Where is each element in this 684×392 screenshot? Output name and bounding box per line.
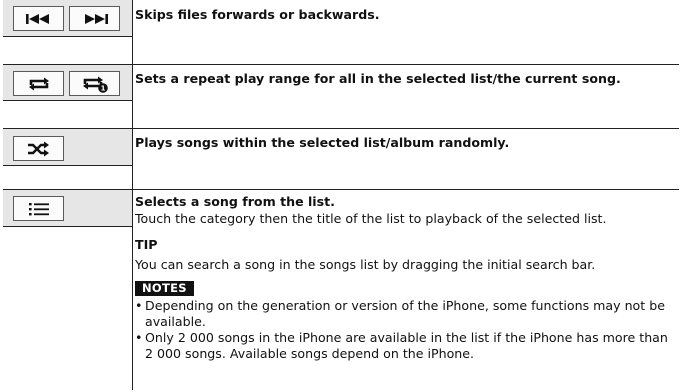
tip-text: You can search a song in the songs list … — [135, 257, 596, 272]
notes-heading: NOTES — [135, 281, 194, 296]
row-divider — [3, 64, 679, 65]
repeat-one-button[interactable]: 1 — [69, 71, 120, 96]
svg-text:1: 1 — [100, 84, 105, 92]
skip-forward-button[interactable] — [69, 6, 120, 31]
note-item: Only 2 000 songs in the iPhone are avail… — [135, 330, 675, 362]
row-1-description: Skips files forwards or backwards. — [135, 7, 380, 22]
song-list-button[interactable] — [13, 196, 64, 221]
notes-list: Depending on the generation or version o… — [135, 298, 675, 362]
tip-heading: TIP — [135, 237, 158, 252]
column-divider — [132, 0, 133, 390]
repeat-all-button[interactable] — [13, 71, 64, 96]
repeat-all-icon — [28, 77, 49, 90]
band-divider — [3, 100, 132, 101]
skip-back-button[interactable] — [13, 6, 64, 31]
band-divider — [3, 226, 132, 227]
row-4-description: Selects a song from the list. — [135, 194, 335, 209]
note-item: Depending on the generation or version o… — [135, 298, 675, 330]
band-divider — [3, 165, 132, 166]
skip-forward-icon — [84, 13, 108, 24]
shuffle-icon — [27, 141, 49, 156]
skip-back-icon — [25, 13, 49, 24]
row-4-content: Selects a song from the list. Touch the … — [135, 194, 675, 362]
row-2-description: Sets a repeat play range for all in the … — [135, 71, 621, 86]
row-4-detail: Touch the category then the title of the… — [135, 211, 607, 226]
list-icon — [28, 202, 49, 215]
row-3-description: Plays songs within the selected list/alb… — [135, 135, 510, 150]
band-divider — [3, 36, 132, 37]
row-divider — [3, 128, 679, 129]
shuffle-button[interactable] — [13, 136, 64, 161]
repeat-one-icon: 1 — [82, 76, 108, 93]
row-divider — [3, 189, 679, 190]
